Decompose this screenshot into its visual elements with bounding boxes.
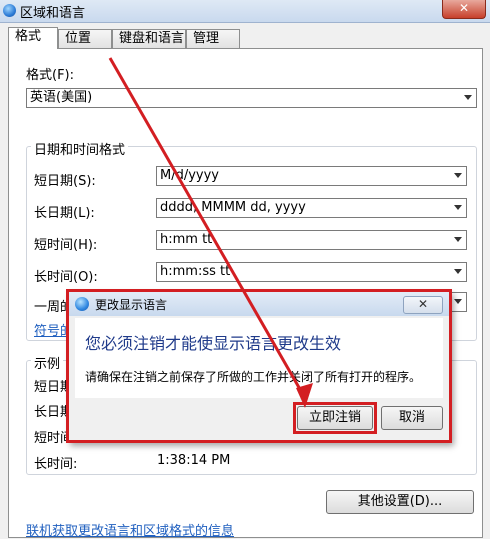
- short-time-select[interactable]: h:mm tt: [156, 230, 467, 250]
- chevron-down-icon: [454, 173, 462, 178]
- example-long-time-value: 1:38:14 PM: [157, 453, 231, 468]
- example-long-time-label: 长时间:: [34, 457, 78, 472]
- long-time-value: h:mm:ss tt: [160, 264, 231, 279]
- long-time-select[interactable]: h:mm:ss tt: [156, 262, 467, 282]
- short-date-value: M/d/yyyy: [160, 168, 220, 183]
- online-info-link[interactable]: 联机获取更改语言和区域格式的信息: [26, 520, 234, 539]
- long-date-select[interactable]: dddd, MMMM dd, yyyy: [156, 198, 467, 218]
- chevron-down-icon: [464, 95, 472, 100]
- short-date-label: 短日期(S):: [34, 174, 96, 189]
- datetime-group-label: 日期和时间格式: [31, 139, 129, 158]
- window-close-button[interactable]: ✕: [442, 0, 486, 19]
- tab-location[interactable]: 位置: [58, 29, 112, 48]
- long-time-label: 长时间(O):: [34, 270, 98, 285]
- chevron-down-icon: [454, 269, 462, 274]
- short-time-value: h:mm tt: [160, 232, 213, 247]
- window-titlebar: 区域和语言 ✕: [0, 0, 490, 23]
- window-title: 区域和语言: [20, 6, 86, 21]
- long-date-value: dddd, MMMM dd, yyyy: [160, 200, 306, 215]
- long-date-label: 长日期(L):: [34, 206, 95, 221]
- annotation-dialog-outline: [66, 289, 452, 443]
- format-select[interactable]: 英语(美国): [26, 88, 477, 108]
- tab-format[interactable]: 格式: [8, 27, 58, 49]
- chevron-down-icon: [454, 299, 462, 304]
- tab-administrative[interactable]: 管理: [186, 29, 240, 48]
- examples-group-label: 示例: [31, 353, 64, 372]
- globe-icon: [3, 4, 16, 17]
- chevron-down-icon: [454, 237, 462, 242]
- additional-settings-button[interactable]: 其他设置(D)...: [326, 490, 474, 514]
- short-time-label: 短时间(H):: [34, 238, 98, 253]
- short-date-select[interactable]: M/d/yyyy: [156, 166, 467, 186]
- chevron-down-icon: [454, 205, 462, 210]
- format-select-value: 英语(美国): [30, 90, 93, 105]
- format-label: 格式(F):: [26, 68, 75, 83]
- tab-keyboards-languages[interactable]: 键盘和语言: [112, 29, 186, 48]
